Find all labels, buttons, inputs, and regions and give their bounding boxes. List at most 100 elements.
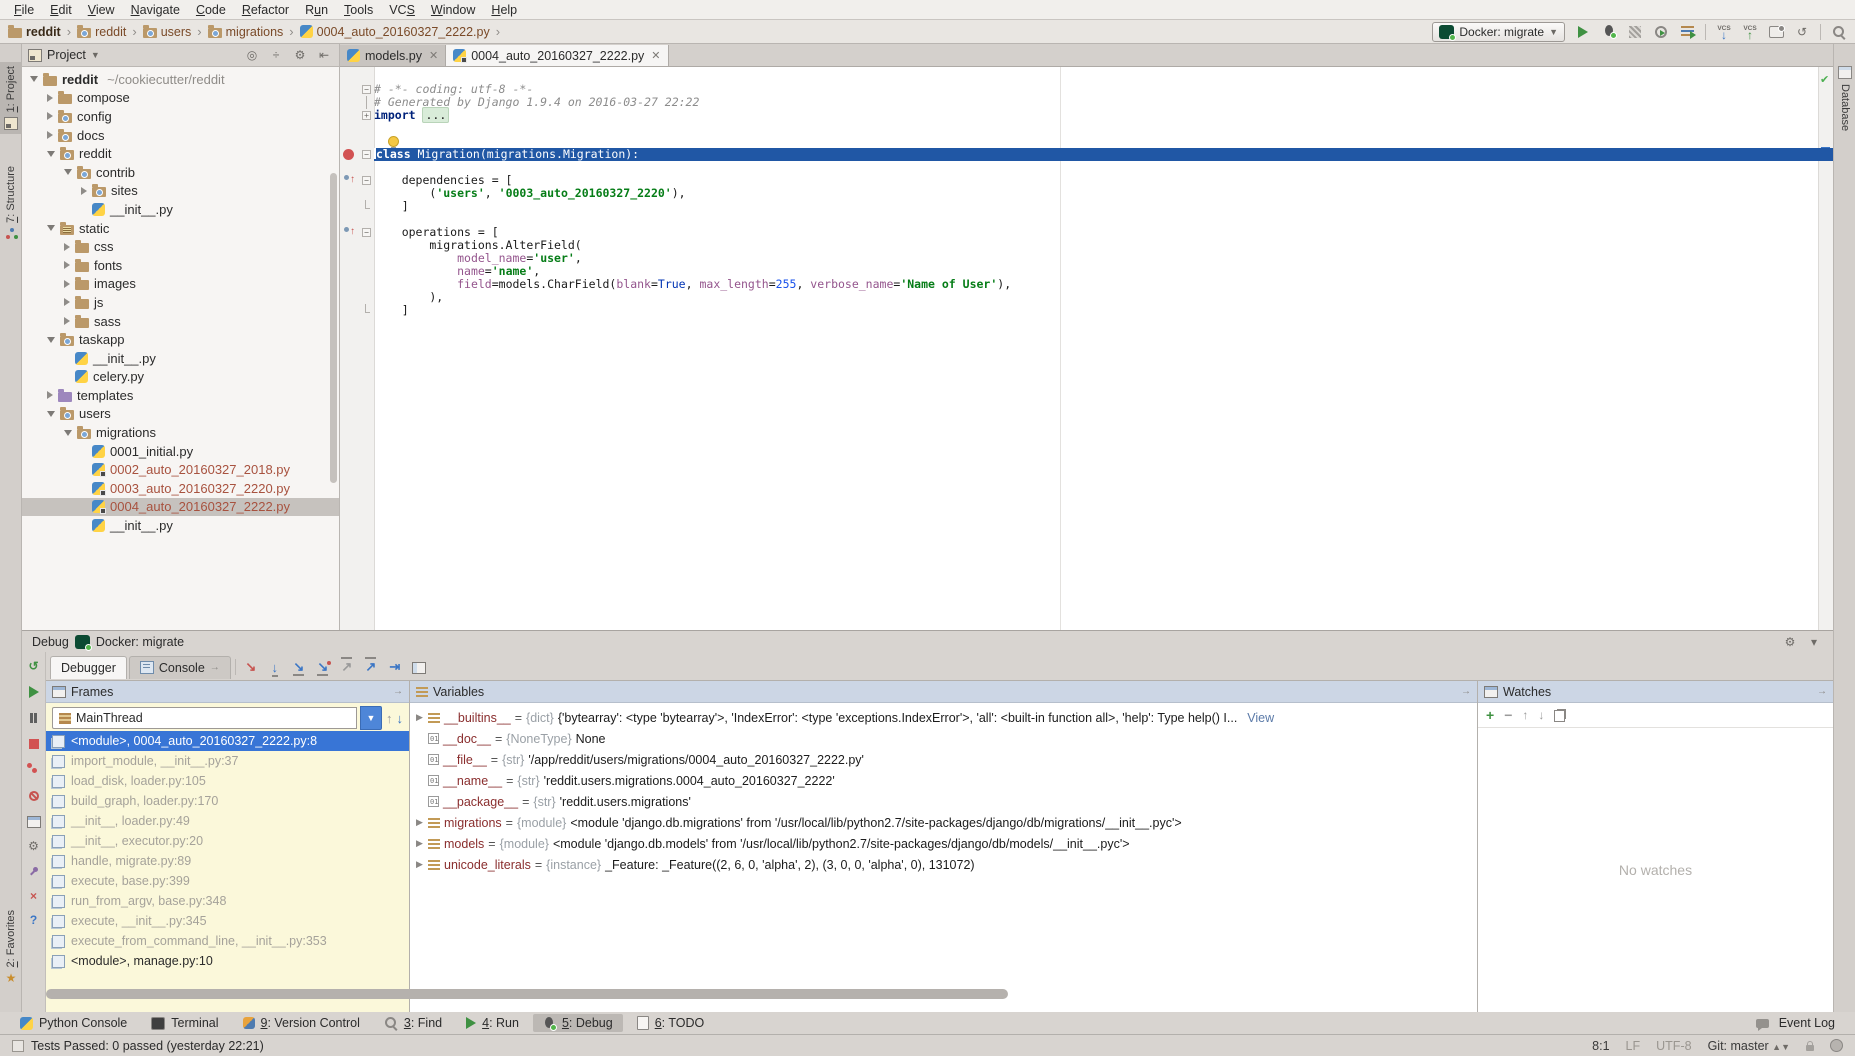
expand-toggle-icon[interactable] (64, 298, 70, 306)
thread-dropdown-button[interactable]: ▼ (360, 706, 382, 730)
code-line[interactable]: ('users', '0003_auto_20160327_2220'), (340, 187, 1833, 200)
tree-item-0004-auto-20160327-2222-py[interactable]: 0004_auto_20160327_2222.py (22, 498, 339, 517)
project-view-selector[interactable]: Project ▼ (28, 48, 100, 62)
expand-toggle-icon[interactable] (64, 430, 72, 436)
hide-panel-icon[interactable]: ▾ (1805, 635, 1823, 649)
stack-frame[interactable]: load_disk, loader.py:105 (46, 771, 409, 791)
tree-item-reddit[interactable]: reddit~/cookiecutter/reddit (22, 70, 339, 89)
variable-row[interactable]: ▶unicode_literals = {instance} _Feature:… (410, 854, 1477, 875)
menu-item-tools[interactable]: Tools (336, 2, 381, 18)
expand-toggle-icon[interactable] (47, 337, 55, 343)
fold-marker-icon[interactable]: − (362, 150, 371, 159)
vcs-commit-icon[interactable]: VCS↑ (1743, 25, 1756, 38)
fold-marker-icon[interactable]: − (362, 228, 371, 237)
step-into-icon[interactable]: ↘ (288, 659, 310, 675)
breadcrumb-item[interactable]: users (141, 24, 194, 40)
tree-item-css[interactable]: css (22, 237, 339, 256)
menu-item-refactor[interactable]: Refactor (234, 2, 297, 18)
help-icon[interactable]: ? (30, 914, 37, 926)
expand-toggle-icon[interactable] (47, 151, 55, 157)
menu-item-run[interactable]: Run (297, 2, 336, 18)
tree-item-fonts[interactable]: fonts (22, 256, 339, 275)
tree-item-contrib[interactable]: contrib (22, 163, 339, 182)
smart-step-into-icon[interactable]: ↗ (360, 659, 382, 675)
event-log-button[interactable]: Event Log (1746, 1014, 1845, 1032)
remove-watch-icon[interactable]: − (1504, 707, 1512, 723)
fold-marker-icon[interactable] (366, 96, 367, 109)
stack-frame[interactable]: execute_from_command_line, __init__.py:3… (46, 931, 409, 951)
pin-icon[interactable] (28, 864, 39, 878)
tree-item-taskapp[interactable]: taskapp (22, 330, 339, 349)
debugger-tab-console[interactable]: Console→ (129, 656, 231, 679)
expand-toggle-icon[interactable] (64, 317, 70, 325)
stack-frame[interactable]: build_graph, loader.py:170 (46, 791, 409, 811)
menu-item-navigate[interactable]: Navigate (123, 2, 188, 18)
toolwindow-button-9-version-control[interactable]: 9: Version Control (233, 1014, 370, 1032)
duplicate-watch-icon[interactable] (1554, 708, 1565, 722)
show-execution-point-icon[interactable]: ↘ (240, 659, 262, 675)
breadcrumb-item[interactable]: 0004_auto_20160327_2222.py (298, 24, 492, 40)
run-configuration-selector[interactable]: Docker: migrate ▼ (1432, 22, 1565, 42)
run-to-cursor-icon[interactable]: ⇥ (384, 659, 406, 675)
stack-frame[interactable]: handle, migrate.py:89 (46, 851, 409, 871)
vcs-commit-button[interactable]: VCS↑ (1740, 23, 1760, 41)
stack-frame[interactable]: __init__, loader.py:49 (46, 811, 409, 831)
caret-position[interactable]: 8:1 (1592, 1039, 1609, 1053)
expand-toggle-icon[interactable]: ▶ (416, 712, 424, 723)
stack-frame[interactable]: execute, __init__.py:345 (46, 911, 409, 931)
expand-toggle-icon[interactable] (47, 94, 53, 102)
tree-item-0001-initial-py[interactable]: 0001_initial.py (22, 442, 339, 461)
expand-toggle-icon[interactable] (47, 411, 55, 417)
float-panel-icon[interactable]: → (393, 686, 403, 697)
code-line[interactable]: # Generated by Django 1.9.4 on 2016-03-2… (340, 96, 1833, 109)
tree-item-sites[interactable]: sites (22, 182, 339, 201)
coverage-button[interactable] (1625, 23, 1645, 41)
expand-toggle-icon[interactable] (81, 187, 87, 195)
add-watch-icon[interactable]: + (1486, 707, 1494, 723)
vcs-update-icon[interactable]: VCS↓ (1717, 25, 1730, 38)
expand-toggle-icon[interactable]: ▶ (416, 817, 424, 828)
view-breakpoints-icon[interactable] (27, 762, 40, 776)
parameters-button[interactable] (1677, 23, 1697, 41)
expand-toggle-icon[interactable] (64, 169, 72, 175)
toolwindow-button-6-todo[interactable]: 6: TODO (627, 1014, 715, 1032)
code-line[interactable]: +import ... (340, 109, 1833, 122)
code-line[interactable] (340, 161, 1833, 174)
fold-marker-icon[interactable]: − (362, 176, 371, 185)
tree-item--init-py[interactable]: __init__.py (22, 516, 339, 535)
menu-item-edit[interactable]: Edit (42, 2, 80, 18)
breadcrumb-item[interactable]: reddit (75, 24, 128, 40)
expand-toggle-icon[interactable]: ▶ (416, 859, 424, 870)
stack-frame[interactable]: import_module, __init__.py:37 (46, 751, 409, 771)
variable-row[interactable]: ▶__builtins__ = {dict} {'bytearray': <ty… (410, 707, 1477, 728)
collapse-all-icon[interactable]: ÷ (267, 48, 285, 62)
fold-marker-icon[interactable] (365, 200, 370, 209)
variable-row[interactable]: ▶models = {module} <module 'django.db.mo… (410, 833, 1477, 854)
intention-bulb-icon[interactable] (388, 136, 399, 147)
variable-row[interactable]: ▶__name__ = {str} 'reddit.users.migratio… (410, 770, 1477, 791)
locate-file-icon[interactable]: ◎ (243, 48, 261, 62)
breakpoint-icon[interactable] (343, 149, 354, 160)
variable-row[interactable]: ▶__package__ = {str} 'reddit.users.migra… (410, 791, 1477, 812)
code-line[interactable] (340, 122, 1833, 135)
tree-item-js[interactable]: js (22, 293, 339, 312)
next-frame-icon[interactable]: ↓ (397, 711, 404, 726)
menu-item-vcs[interactable]: VCS (381, 2, 423, 18)
tree-item-migrations[interactable]: migrations (22, 423, 339, 442)
menu-item-view[interactable]: View (80, 2, 123, 18)
tree-item-0002-auto-20160327-2018-py[interactable]: 0002_auto_20160327_2018.py (22, 460, 339, 479)
stack-frame[interactable]: <module>, 0004_auto_20160327_2222.py:8 (46, 731, 409, 751)
float-panel-icon[interactable]: → (1461, 686, 1471, 697)
search-button[interactable] (1829, 23, 1849, 41)
mute-breakpoints-icon[interactable] (29, 788, 39, 802)
expand-toggle-icon[interactable] (64, 280, 70, 288)
editor-tab-models-py[interactable]: models.py✕ (340, 45, 446, 66)
stack-frame[interactable]: run_from_argv, base.py:348 (46, 891, 409, 911)
tool-button-structure[interactable]: 7: Structure (0, 162, 22, 243)
expand-toggle-icon[interactable]: ▶ (416, 838, 424, 849)
menu-item-code[interactable]: Code (188, 2, 234, 18)
view-link[interactable]: View (1247, 711, 1274, 725)
breadcrumb-item[interactable]: migrations (206, 24, 286, 40)
rollback-icon[interactable]: ↺ (1797, 26, 1807, 38)
restore-layout-icon[interactable] (27, 814, 41, 828)
